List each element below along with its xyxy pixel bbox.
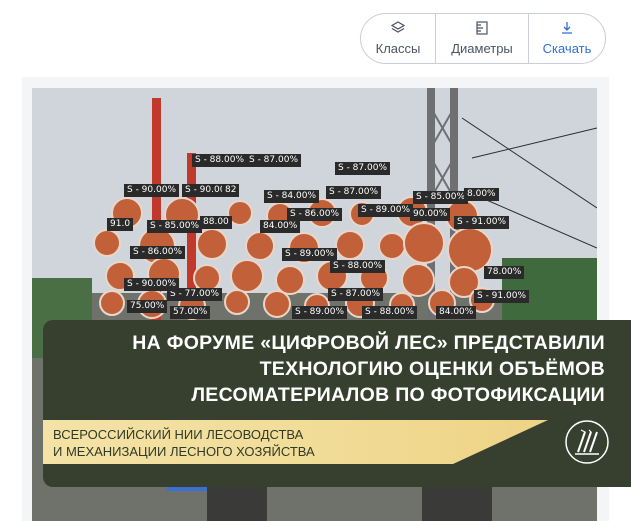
- download-icon: [562, 22, 572, 34]
- download-button[interactable]: Скачать: [529, 14, 605, 63]
- organization-bar-cut: [453, 420, 548, 464]
- detection-label: S - 91.00%: [454, 216, 509, 229]
- detection-label: 57.00%: [170, 306, 211, 319]
- detection-label: 75.00%: [127, 300, 168, 313]
- detection-label: S - 86.00%: [130, 246, 185, 259]
- results-toolbar: Классы Диаметры Скачать: [360, 13, 606, 64]
- classes-label: Классы: [375, 41, 421, 56]
- detection-label: 84.00%: [260, 220, 301, 233]
- detection-label: 84.00%: [436, 306, 477, 319]
- news-banner: НА ФОРУМЕ «ЦИФРОВОЙ ЛЕС» ПРЕДСТАВИЛИ ТЕХ…: [43, 320, 631, 487]
- detection-label: 82: [222, 184, 240, 197]
- detection-label: 91.0: [107, 218, 134, 231]
- diameters-button[interactable]: Диаметры: [436, 14, 529, 63]
- detection-label: S - 89.00%: [292, 306, 347, 319]
- institute-logo-icon: [565, 420, 609, 464]
- organization-name: ВСЕРОССИЙСКИЙ НИИ ЛЕСОВОДСТВА И МЕХАНИЗА…: [53, 427, 315, 459]
- detection-label: S - 89.00%: [282, 248, 337, 261]
- detection-label: S - 85.00%: [413, 191, 468, 204]
- detection-label: 90.00%: [410, 208, 451, 221]
- detection-label: S - 87.00%: [326, 186, 381, 199]
- detection-label: 78.00%: [484, 266, 525, 279]
- detection-label: 8.00%: [464, 188, 499, 201]
- detection-label: S - 87.00%: [328, 288, 383, 301]
- detection-label: S - 88.00%: [330, 260, 385, 273]
- detection-label: S - 90.00%: [124, 278, 179, 291]
- classes-button[interactable]: Классы: [361, 14, 436, 63]
- detection-label: 88.00: [200, 216, 232, 229]
- detection-label: S - 89.00%: [358, 204, 413, 217]
- detection-label: S - 88.00%: [192, 154, 247, 167]
- detection-label: S - 88.00%: [362, 306, 417, 319]
- banner-headline: НА ФОРУМЕ «ЦИФРОВОЙ ЛЕС» ПРЕДСТАВИЛИ ТЕХ…: [132, 332, 605, 406]
- detection-label: S - 87.00%: [246, 154, 301, 167]
- detection-label: S - 87.00%: [335, 162, 390, 175]
- ruler-icon: [476, 21, 488, 35]
- detection-label: S - 85.00%: [147, 220, 202, 233]
- diameters-label: Диаметры: [451, 41, 513, 56]
- detection-label: S - 91.00%: [474, 290, 529, 303]
- detection-label: S - 90.00%: [124, 184, 179, 197]
- detection-label: S - 84.00%: [264, 190, 319, 203]
- layers-icon: [391, 21, 405, 33]
- download-label: Скачать: [542, 41, 592, 56]
